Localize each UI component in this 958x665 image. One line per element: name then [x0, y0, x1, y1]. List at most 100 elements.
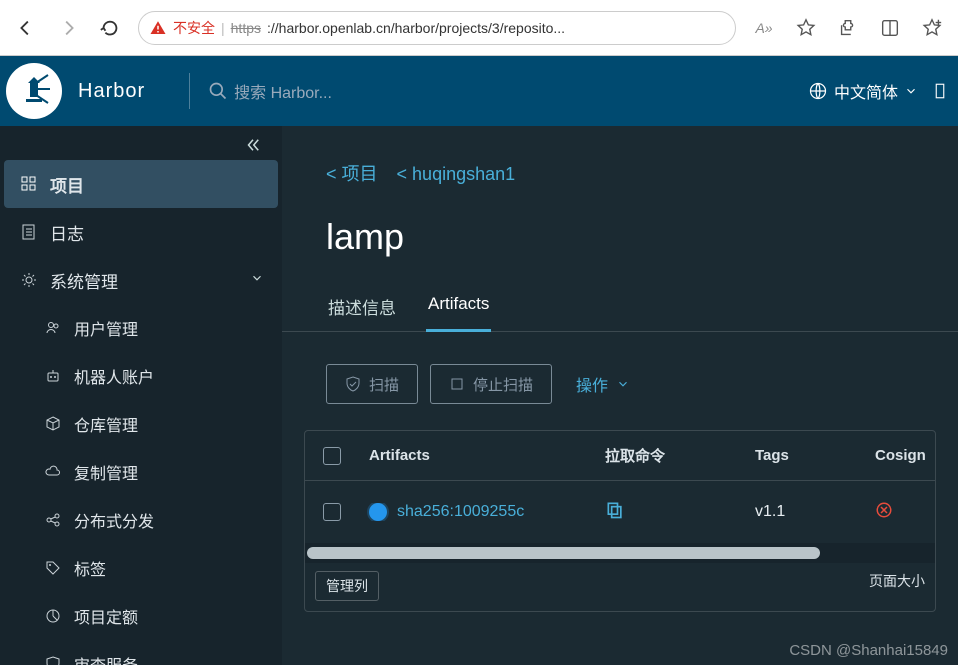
col-tags[interactable]: Tags — [745, 447, 865, 464]
sidebar-item-distribution[interactable]: 分布式分发 — [0, 496, 282, 544]
page-size-label[interactable]: 页面大小 — [869, 571, 925, 601]
harbor-logo[interactable] — [6, 63, 62, 119]
favorite-button[interactable] — [786, 8, 826, 48]
sidebar-item-label: 用户管理 — [74, 316, 138, 340]
app-shell: 项目 日志 系统管理 用户管理 机器人账户 仓库管理 复制管理 — [0, 56, 958, 665]
sidebar-item-label: 系统管理 — [50, 268, 118, 293]
sidebar-item-label: 项目 — [50, 172, 84, 197]
arrow-right-icon — [57, 17, 79, 39]
chevron-down-icon — [616, 377, 630, 391]
chevrons-left-icon — [244, 136, 262, 154]
sidebar-item-repos[interactable]: 仓库管理 — [0, 400, 282, 448]
grid-icon — [20, 175, 38, 193]
horizontal-scrollbar[interactable] — [305, 543, 935, 563]
refresh-button[interactable] — [90, 8, 130, 48]
col-cosign[interactable]: Cosign — [865, 447, 935, 464]
gear-icon — [20, 271, 38, 289]
artifacts-toolbar: 扫描 停止扫描 操作 — [282, 332, 958, 404]
actions-dropdown[interactable]: 操作 — [576, 372, 630, 396]
extensions-button[interactable] — [828, 8, 868, 48]
artifact-hash-link[interactable]: sha256:1009255c — [397, 503, 524, 521]
chart-icon — [44, 607, 62, 625]
chevron-down-icon — [904, 84, 918, 98]
sidebar-item-labels[interactable]: 标签 — [0, 544, 282, 592]
language-switch[interactable]: 中文简体 — [834, 79, 898, 103]
sidebar-item-users[interactable]: 用户管理 — [0, 304, 282, 352]
breadcrumb-owner[interactable]: < huqingshan1 — [397, 164, 516, 184]
breadcrumb-projects[interactable]: < 项目 — [326, 164, 378, 184]
sidebar-item-admin[interactable]: 系统管理 — [0, 256, 282, 304]
actions-label: 操作 — [576, 372, 608, 396]
lighthouse-icon — [14, 71, 54, 111]
col-artifacts[interactable]: Artifacts — [359, 447, 595, 464]
reader-button[interactable]: A» — [744, 8, 784, 48]
warning-icon — [149, 19, 167, 37]
sidebar-item-robots[interactable]: 机器人账户 — [0, 352, 282, 400]
back-button[interactable] — [6, 8, 46, 48]
stop-icon — [449, 376, 465, 392]
scan-label: 扫描 — [369, 374, 399, 395]
address-bar[interactable]: 不安全 | https://harbor.openlab.cn/harbor/p… — [138, 11, 736, 45]
sidebar-item-label: 复制管理 — [74, 460, 138, 484]
sidebar-item-label: 日志 — [50, 220, 84, 245]
url-protocol: https — [231, 20, 261, 36]
tab-description[interactable]: 描述信息 — [326, 288, 398, 331]
separator: | — [221, 20, 225, 36]
browser-bar: 不安全 | https://harbor.openlab.cn/harbor/p… — [0, 0, 958, 56]
sidebar-item-label: 项目定额 — [74, 604, 138, 628]
copy-icon[interactable] — [605, 500, 625, 525]
cosign-missing-icon — [875, 501, 893, 524]
product-name: Harbor — [78, 80, 145, 103]
scan-button[interactable]: 扫描 — [326, 364, 418, 404]
main-content: < 项目 < huqingshan1 lamp 描述信息 Artifacts 扫… — [282, 56, 958, 665]
stop-scan-button[interactable]: 停止扫描 — [430, 364, 552, 404]
sidebar-item-label: 分布式分发 — [74, 508, 154, 532]
globe-icon — [808, 81, 828, 101]
tag-value: v1.1 — [755, 503, 785, 521]
collections-button[interactable] — [912, 8, 952, 48]
sidebar-item-label: 仓库管理 — [74, 412, 138, 436]
docker-icon — [369, 503, 387, 521]
share-icon — [44, 511, 62, 529]
star-icon — [795, 17, 817, 39]
puzzle-icon — [837, 17, 859, 39]
sidebar-collapse[interactable] — [0, 126, 282, 160]
users-icon — [44, 319, 62, 337]
tab-artifacts[interactable]: Artifacts — [426, 288, 491, 332]
search-icon — [208, 81, 228, 101]
cube-icon — [44, 415, 62, 433]
manage-columns-button[interactable]: 管理列 — [315, 571, 379, 601]
scrollbar-thumb[interactable] — [307, 547, 820, 559]
search-box[interactable]: 搜索 Harbor... — [189, 73, 519, 109]
sidebar-item-replication[interactable]: 复制管理 — [0, 448, 282, 496]
sidebar-item-logs[interactable]: 日志 — [0, 208, 282, 256]
chevron-down-icon — [250, 270, 264, 290]
sidebar-item-label: 机器人账户 — [74, 364, 154, 388]
table-head: Artifacts 拉取命令 Tags Cosign — [305, 431, 935, 481]
url-text: ://harbor.openlab.cn/harbor/projects/3/r… — [267, 20, 565, 36]
search-placeholder: 搜索 Harbor... — [234, 79, 332, 103]
shield-check-icon — [345, 376, 361, 392]
sidebar: 项目 日志 系统管理 用户管理 机器人账户 仓库管理 复制管理 — [0, 56, 282, 665]
sidebar-item-audit[interactable]: 审查服务 — [0, 640, 282, 665]
tag-icon — [44, 559, 62, 577]
select-all-checkbox[interactable] — [323, 447, 341, 465]
sidebar-icon — [879, 17, 901, 39]
sidebar-item-label: 审查服务 — [74, 652, 138, 665]
robot-icon — [44, 367, 62, 385]
split-screen-button[interactable] — [870, 8, 910, 48]
forward-button[interactable] — [48, 8, 88, 48]
arrow-left-icon — [15, 17, 37, 39]
table-row: sha256:1009255c v1.1 — [305, 481, 935, 543]
breadcrumb: < 项目 < huqingshan1 — [282, 126, 958, 186]
cloud-icon — [44, 463, 62, 481]
edge-cut-icon — [934, 80, 952, 102]
stop-label: 停止扫描 — [473, 374, 533, 395]
row-checkbox[interactable] — [323, 503, 341, 521]
tabs: 描述信息 Artifacts — [282, 258, 958, 332]
col-pull[interactable]: 拉取命令 — [595, 445, 745, 466]
page-title: lamp — [282, 186, 958, 258]
sidebar-item-projects[interactable]: 项目 — [4, 160, 278, 208]
sidebar-item-label: 标签 — [74, 556, 106, 580]
sidebar-item-quotas[interactable]: 项目定额 — [0, 592, 282, 640]
